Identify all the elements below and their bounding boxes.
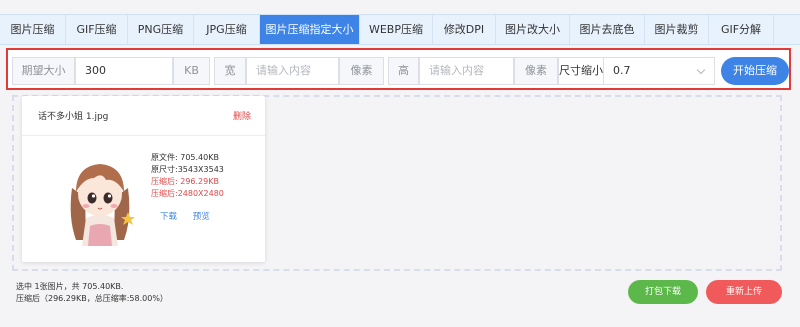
pack-download-button[interactable]: 打包下载 <box>628 280 698 304</box>
file-info: 原文件: 705.40KB 原尺寸:3543X3543 压缩后: 296.29K… <box>151 152 224 200</box>
tab-7[interactable]: 图片改大小 <box>496 15 570 44</box>
expected-size-label: 期望大小 <box>12 57 75 85</box>
original-size: 原文件: 705.40KB <box>151 153 219 162</box>
start-compress-button[interactable]: 开始压缩 <box>721 57 789 85</box>
file-card-header: 话不多小姐 1.jpg 删除 <box>22 96 265 136</box>
scale-select-value: 0.7 <box>613 64 631 77</box>
file-name: 话不多小姐 1.jpg <box>38 112 109 122</box>
tab-0[interactable]: 图片压缩 <box>0 15 66 44</box>
scale-label: 尺寸缩小 <box>558 57 603 85</box>
tab-3[interactable]: JPG压缩 <box>194 15 260 44</box>
reupload-button[interactable]: 重新上传 <box>706 280 782 304</box>
compression-summary: 选中 1张图片，共 705.40KB. 压缩后（296.29KB，总压缩率:58… <box>16 281 168 305</box>
compressed-dimensions: 压缩后:2480X2480 <box>151 189 224 198</box>
tab-10[interactable]: GIF分解 <box>709 15 774 44</box>
tab-1[interactable]: GIF压缩 <box>66 15 128 44</box>
tab-2[interactable]: PNG压缩 <box>128 15 194 44</box>
width-input[interactable]: 请输入内容 <box>246 57 339 85</box>
compressed-size: 压缩后: 296.29KB <box>151 177 219 186</box>
preview-link[interactable]: 预览 <box>193 212 210 222</box>
compress-options-panel: 期望大小 300 KB 宽 请输入内容 像素 高 请输入内容 像素 尺寸缩小 0… <box>6 48 791 90</box>
height-unit: 像素 <box>514 57 558 85</box>
file-card: 话不多小姐 1.jpg 删除 原文件: 705.40KB 原尺寸:3543X35… <box>22 96 265 262</box>
chevron-down-icon <box>696 65 706 75</box>
summary-compressed: 压缩后（296.29KB，总压缩率:58.00%） <box>16 294 168 303</box>
tab-8[interactable]: 图片去底色 <box>570 15 645 44</box>
width-label: 宽 <box>214 57 246 85</box>
height-label: 高 <box>388 57 419 85</box>
file-actions: 下载 预览 <box>160 210 223 222</box>
width-unit: 像素 <box>339 57 384 85</box>
delete-link[interactable]: 删除 <box>233 109 251 122</box>
tab-4[interactable]: 图片压缩指定大小 <box>260 15 360 44</box>
tool-tabs: 图片压缩 GIF压缩 PNG压缩 JPG压缩 图片压缩指定大小 WEBP压缩 修改DPI 图片… <box>0 14 800 45</box>
download-link[interactable]: 下载 <box>160 212 177 222</box>
expected-size-input[interactable]: 300 <box>75 57 173 85</box>
original-dimensions: 原尺寸:3543X3543 <box>151 165 224 174</box>
scale-select[interactable]: 0.7 <box>603 57 715 85</box>
tab-6[interactable]: 修改DPI <box>433 15 496 44</box>
image-thumbnail[interactable] <box>58 148 142 246</box>
tab-9[interactable]: 图片裁剪 <box>645 15 709 44</box>
expected-size-unit: KB <box>173 57 210 85</box>
tab-5[interactable]: WEBP压缩 <box>360 15 433 44</box>
summary-selected: 选中 1张图片，共 705.40KB. <box>16 282 124 291</box>
height-input[interactable]: 请输入内容 <box>419 57 514 85</box>
